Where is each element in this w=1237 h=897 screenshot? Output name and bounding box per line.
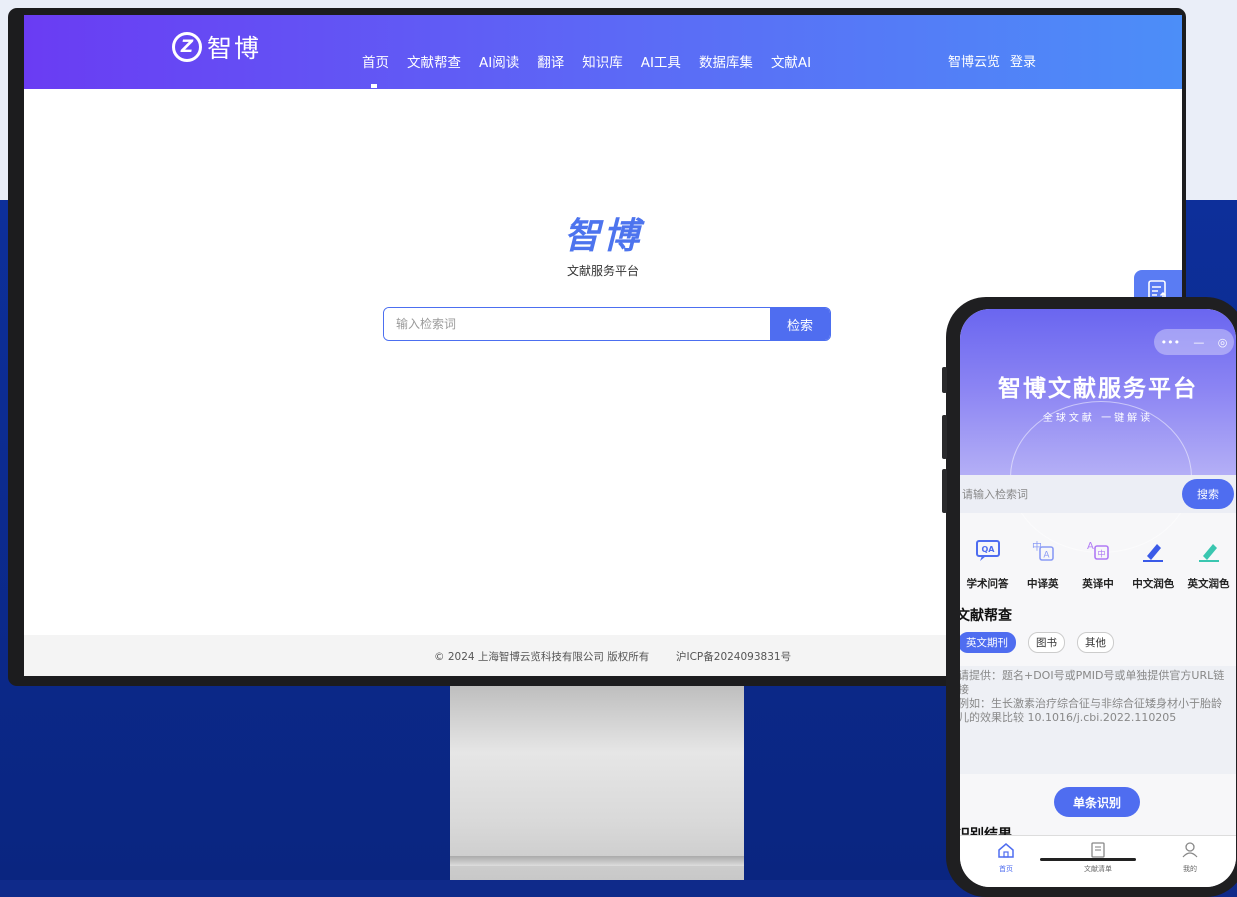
logo[interactable]: Z 智博 — [172, 29, 261, 65]
phone-side-button — [942, 367, 947, 393]
tab-other[interactable]: 其他 — [1077, 632, 1114, 653]
login-link[interactable]: 登录 — [1010, 51, 1036, 70]
tabbar-literature-list[interactable]: 文献清单 — [1063, 836, 1133, 887]
tool-label: 英文润色 — [1187, 578, 1230, 590]
nav-right: 智博云览 登录 — [948, 51, 1046, 70]
tabbar-label: 我的 — [1183, 865, 1197, 873]
textarea-hint-line: 请提供：题名+DOI号或PMID号或单独提供官方URL链接 — [960, 669, 1225, 696]
minimize-icon[interactable]: — — [1193, 336, 1204, 349]
svg-text:A: A — [1087, 541, 1094, 552]
tabbar-label: 首页 — [999, 865, 1013, 873]
nav-item-database[interactable]: 数据库集 — [699, 51, 753, 71]
tabbar-mine[interactable]: 我的 — [1155, 836, 1225, 887]
list-icon — [1091, 842, 1105, 858]
textarea-example-line: 例如：生长激素治疗综合征与非综合征矮身材小于胎龄儿的效果比较 10.1016/j… — [960, 697, 1222, 724]
logo-z-icon: Z — [172, 32, 202, 62]
search-input[interactable] — [384, 308, 770, 340]
literature-input-textarea[interactable]: 请提供：题名+DOI号或PMID号或单独提供官方URL链接 例如：生长激素治疗综… — [960, 666, 1236, 774]
literature-tabs: 英文期刊 图书 其他 — [960, 632, 1126, 653]
nav-item-literature-help[interactable]: 文献帮查 — [407, 51, 461, 71]
tool-label: 英译中 — [1082, 578, 1114, 590]
translate-en-zh-icon: A 中 — [1087, 541, 1109, 560]
tool-grid: QA 学术问答 中 A 中译英 A 中 英译中 中文润色 英文润色 — [960, 534, 1236, 591]
mobile-screen: ••• — ◎ 智博文献服务平台 全球文献 一键解读 搜索 QA 学术问答 — [960, 309, 1236, 887]
mobile-title: 智博文献服务平台 — [998, 375, 1198, 402]
tab-english-journal[interactable]: 英文期刊 — [960, 632, 1016, 653]
phone-volume-up — [942, 415, 947, 459]
tabbar-label: 文献清单 — [1084, 865, 1112, 873]
tool-zh-to-en[interactable]: 中 A 中译英 — [1015, 534, 1070, 591]
top-navbar: Z 智博 首页 文献帮查 AI阅读 翻译 知识库 AI工具 数据库集 文献AI … — [24, 15, 1182, 89]
mobile-hero-banner: ••• — ◎ 智博文献服务平台 全球文献 一键解读 — [960, 309, 1236, 553]
tool-label: 中译英 — [1027, 578, 1059, 590]
hero-subtitle: 文献服务平台 — [566, 264, 639, 278]
mini-program-capsule[interactable]: ••• — ◎ — [1154, 329, 1234, 355]
nav-item-knowledge-base[interactable]: 知识库 — [582, 51, 623, 71]
footer-icp[interactable]: 沪ICP备2024093831号 — [676, 649, 791, 664]
home-indicator — [1040, 858, 1136, 861]
single-recognize-button[interactable]: 单条识别 — [1054, 787, 1140, 817]
phone-volume-down — [942, 469, 947, 513]
monitor-stand — [450, 684, 744, 880]
nav-item-ai-reading[interactable]: AI阅读 — [479, 51, 519, 71]
nav-item-ai-tools[interactable]: AI工具 — [641, 51, 681, 71]
nav-item-translate[interactable]: 翻译 — [537, 51, 564, 71]
svg-text:QA: QA — [981, 545, 995, 554]
mobile-search-input[interactable] — [960, 486, 1182, 502]
polish-zh-icon — [1143, 544, 1164, 562]
translate-zh-en-icon: 中 A — [1032, 540, 1054, 561]
home-icon — [998, 843, 1014, 858]
nav-item-home[interactable]: 首页 — [362, 51, 389, 88]
qa-icon: QA — [975, 540, 1000, 561]
mobile-search-button[interactable]: 搜索 — [1182, 479, 1234, 509]
mobile-search-bar: 搜索 — [960, 475, 1236, 513]
tool-label: 中文润色 — [1132, 578, 1175, 590]
bottom-tabbar: 首页 文献清单 我的 — [960, 835, 1236, 887]
tool-en-polish[interactable]: 英文润色 — [1181, 534, 1236, 591]
tabbar-home[interactable]: 首页 — [971, 836, 1041, 887]
close-circle-icon[interactable]: ◎ — [1218, 336, 1228, 349]
footer-copyright: © 2024 上海智博云览科技有限公司 版权所有 — [434, 651, 650, 663]
tool-academic-qa[interactable]: QA 学术问答 — [960, 534, 1015, 591]
hero-title: 智博 — [563, 216, 642, 257]
svg-text:A: A — [1043, 551, 1050, 561]
platform-link[interactable]: 智博云览 — [948, 51, 1000, 70]
mobile-phone: ••• — ◎ 智博文献服务平台 全球文献 一键解读 搜索 QA 学术问答 — [942, 297, 1237, 897]
tab-books[interactable]: 图书 — [1028, 632, 1065, 653]
search-bar: 检索 — [383, 307, 831, 341]
literature-help-heading: 文献帮查 — [960, 608, 1012, 624]
more-icon[interactable]: ••• — [1161, 336, 1180, 349]
tool-zh-polish[interactable]: 中文润色 — [1126, 534, 1181, 591]
polish-en-icon — [1198, 544, 1219, 562]
user-icon — [1182, 842, 1198, 858]
logo-text: 智博 — [207, 34, 262, 63]
tool-label: 学术问答 — [966, 578, 1009, 590]
search-button[interactable]: 检索 — [770, 308, 830, 340]
nav-item-literature-ai[interactable]: 文献AI — [771, 51, 811, 71]
tool-en-to-zh[interactable]: A 中 英译中 — [1071, 534, 1126, 591]
nav-menu: 首页 文献帮查 AI阅读 翻译 知识库 AI工具 数据库集 文献AI — [362, 51, 829, 88]
svg-text:中: 中 — [1098, 549, 1106, 559]
mobile-subtitle: 全球文献 一键解读 — [1042, 413, 1154, 424]
